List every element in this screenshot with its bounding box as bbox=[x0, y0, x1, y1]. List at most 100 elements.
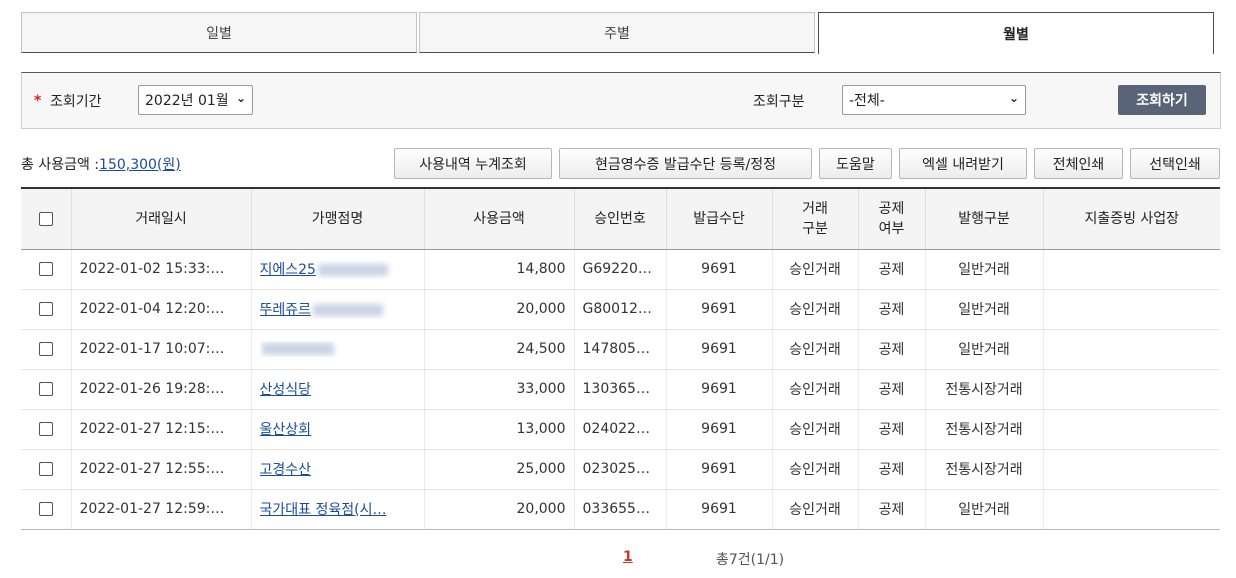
cell-amount: 24,500 bbox=[424, 329, 575, 370]
row-checkbox[interactable] bbox=[38, 262, 53, 276]
merchant-link[interactable]: 뚜레쥬르 bbox=[260, 302, 312, 318]
row-checkbox[interactable] bbox=[38, 422, 53, 436]
table-row: 2022-01-04 12:20:… 뚜레쥬르 20,000 G800124… 9691… bbox=[21, 289, 1220, 330]
help-button[interactable]: 도움말 bbox=[819, 148, 892, 179]
cell-issue: 9691 bbox=[666, 369, 773, 410]
cell-amount: 33,000 bbox=[424, 369, 575, 410]
cell-approval: 1478050… bbox=[574, 329, 667, 370]
excel-download-button[interactable]: 엑셀 내려받기 bbox=[899, 148, 1027, 179]
cell-issue-type: 일반거래 bbox=[925, 329, 1044, 370]
cell-deduct: 공제 bbox=[858, 409, 926, 450]
cell-issue-type: 일반거래 bbox=[925, 489, 1044, 530]
cell-merchant[interactable] bbox=[251, 329, 425, 370]
row-checkbox-cell[interactable] bbox=[21, 449, 72, 490]
cell-tx-type: 승인거래 bbox=[772, 289, 859, 330]
table-row: 2022-01-27 12:15:… 울산상회 13,000 0240228… 9691… bbox=[21, 409, 1220, 450]
print-selected-button[interactable]: 선택인쇄 bbox=[1130, 148, 1220, 179]
row-checkbox-cell[interactable] bbox=[21, 489, 72, 530]
type-label: 조회구분 bbox=[753, 94, 805, 110]
cell-issue-type: 전통시장거래 bbox=[925, 369, 1044, 410]
print-all-button[interactable]: 전체인쇄 bbox=[1034, 148, 1123, 179]
redacted-text bbox=[313, 304, 384, 316]
row-checkbox-cell[interactable] bbox=[21, 329, 72, 370]
cell-approval: 0240228… bbox=[574, 409, 667, 450]
cell-date: 2022-01-02 15:33:… bbox=[71, 249, 252, 290]
cell-issue: 9691 bbox=[666, 489, 773, 530]
row-checkbox[interactable] bbox=[38, 502, 53, 516]
merchant-link[interactable]: 울산상회 bbox=[260, 422, 312, 438]
table-row: 2022-01-02 15:33:… 지에스25 14,800 G692205… 969… bbox=[21, 249, 1220, 290]
header-amount: 사용금액 bbox=[424, 187, 575, 250]
cell-biz bbox=[1043, 329, 1220, 370]
cell-deduct: 공제 bbox=[858, 449, 926, 490]
table-row: 2022-01-17 10:07:… 24,500 1478050… 9691 승인거래… bbox=[21, 329, 1220, 370]
cell-issue-type: 전통시장거래 bbox=[925, 409, 1044, 450]
row-checkbox-cell[interactable] bbox=[21, 249, 72, 290]
redacted-text bbox=[261, 343, 334, 355]
cell-merchant[interactable]: 뚜레쥬르 bbox=[251, 289, 425, 330]
type-select[interactable]: -전체- ⌄ bbox=[842, 85, 1026, 115]
cell-amount: 13,000 bbox=[424, 409, 575, 450]
row-checkbox[interactable] bbox=[38, 302, 53, 316]
cell-merchant[interactable]: 고경수산 bbox=[251, 449, 425, 490]
chevron-down-icon: ⌄ bbox=[235, 91, 246, 105]
row-checkbox-cell[interactable] bbox=[21, 409, 72, 450]
select-all-checkbox[interactable] bbox=[38, 211, 53, 226]
cell-approval: 0230251… bbox=[574, 449, 667, 490]
register-issue-button[interactable]: 현금영수증 발급수단 등록/정정 bbox=[559, 148, 812, 179]
cell-deduct: 공제 bbox=[858, 249, 926, 290]
row-checkbox-cell[interactable] bbox=[21, 369, 72, 410]
cell-tx-type: 승인거래 bbox=[772, 329, 859, 370]
header-issue-type: 발행구분 bbox=[925, 187, 1044, 250]
header-biz: 지출증빙 사업장 bbox=[1043, 187, 1220, 250]
table-row: 2022-01-26 19:28:… 산성식당 33,000 1303654… 9691… bbox=[21, 369, 1220, 410]
merchant-link[interactable]: 고경수산 bbox=[260, 462, 312, 478]
search-panel: * 조회기간 2022년 01월 ⌄ 조회구분 -전체- ⌄ 조회하기 bbox=[21, 72, 1221, 129]
cumulative-button[interactable]: 사용내역 누계조회 bbox=[394, 148, 552, 179]
cell-biz bbox=[1043, 409, 1220, 450]
cell-approval: G800124… bbox=[574, 289, 667, 330]
table-header-row: 거래일시 가맹점명 사용금액 승인번호 발급수단 거래 구분 공제 여부 발행구분 … bbox=[21, 187, 1220, 250]
cell-issue-type: 일반거래 bbox=[925, 289, 1044, 330]
cell-issue: 9691 bbox=[666, 249, 773, 290]
total-amount-link[interactable]: 150,300(원) bbox=[99, 157, 181, 173]
cell-approval: G692205… bbox=[574, 249, 667, 290]
row-checkbox[interactable] bbox=[38, 342, 53, 356]
cell-issue: 9691 bbox=[666, 449, 773, 490]
header-date: 거래일시 bbox=[71, 187, 252, 250]
tab-weekly[interactable]: 주별 bbox=[419, 12, 815, 53]
transactions-table: 거래일시 가맹점명 사용금액 승인번호 발급수단 거래 구분 공제 여부 발행구분 … bbox=[21, 187, 1220, 530]
required-mark: * bbox=[34, 93, 42, 109]
row-checkbox-cell[interactable] bbox=[21, 289, 72, 330]
row-checkbox[interactable] bbox=[38, 382, 53, 396]
row-checkbox[interactable] bbox=[38, 462, 53, 476]
cell-amount: 25,000 bbox=[424, 449, 575, 490]
tab-daily[interactable]: 일별 bbox=[21, 12, 417, 53]
cell-tx-type: 승인거래 bbox=[772, 369, 859, 410]
merchant-link[interactable]: 지에스25 bbox=[260, 262, 316, 278]
merchant-link[interactable]: 국가대표 정육점(시… bbox=[260, 502, 387, 518]
cell-issue: 9691 bbox=[666, 409, 773, 450]
cell-merchant[interactable]: 산성식당 bbox=[251, 369, 425, 410]
cell-deduct: 공제 bbox=[858, 329, 926, 370]
cell-merchant[interactable]: 국가대표 정육점(시… bbox=[251, 489, 425, 530]
cell-deduct: 공제 bbox=[858, 289, 926, 330]
search-button[interactable]: 조회하기 bbox=[1118, 85, 1206, 115]
header-merchant: 가맹점명 bbox=[251, 187, 425, 250]
cell-approval: 0336557… bbox=[574, 489, 667, 530]
type-select-value: -전체- bbox=[849, 93, 885, 109]
header-select-all[interactable] bbox=[21, 187, 72, 250]
period-select[interactable]: 2022년 01월 ⌄ bbox=[138, 85, 253, 115]
table-row: 2022-01-27 12:55:… 고경수산 25,000 0230251… 9691… bbox=[21, 449, 1220, 490]
total-amount: 총 사용금액 :150,300(원) bbox=[21, 154, 181, 174]
header-issue: 발급수단 bbox=[666, 187, 773, 250]
cell-biz bbox=[1043, 369, 1220, 410]
cell-merchant[interactable]: 울산상회 bbox=[251, 409, 425, 450]
cell-merchant[interactable]: 지에스25 bbox=[251, 249, 425, 290]
merchant-link[interactable]: 산성식당 bbox=[260, 382, 312, 398]
result-count: 총7건(1/1) bbox=[716, 552, 785, 568]
tab-monthly[interactable]: 월별 bbox=[818, 12, 1214, 54]
cell-date: 2022-01-27 12:59:… bbox=[71, 489, 252, 530]
page-1-link[interactable]: 1 bbox=[623, 549, 633, 565]
cell-deduct: 공제 bbox=[858, 489, 926, 530]
